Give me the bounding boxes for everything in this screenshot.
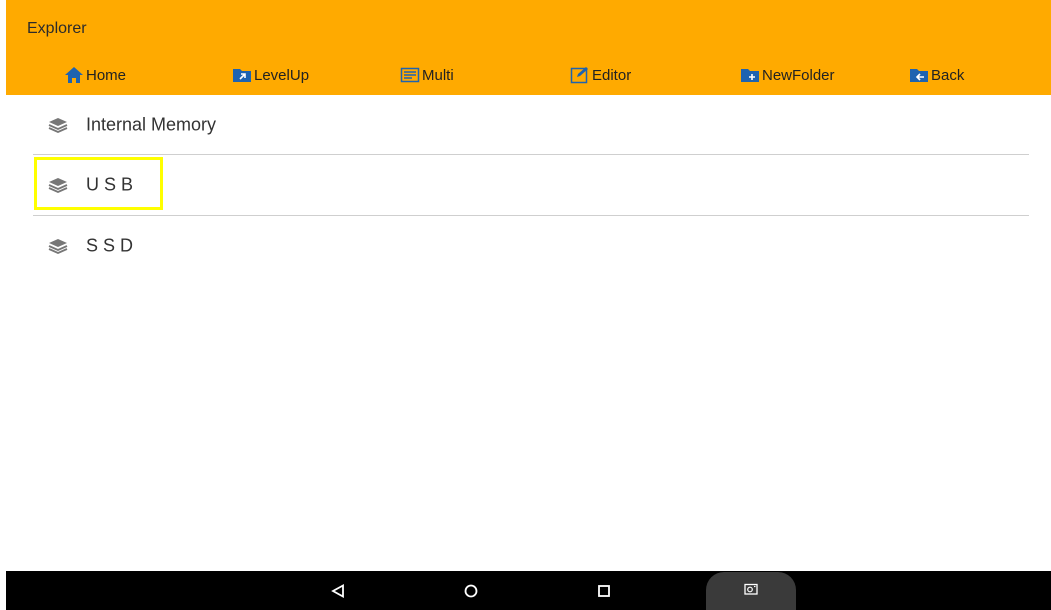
home-button[interactable]: Home (64, 60, 126, 90)
back-label: Back (931, 66, 965, 84)
back-triangle-icon (331, 583, 345, 598)
storage-item-label: Internal Memory (86, 114, 217, 135)
layers-icon (48, 238, 68, 254)
home-circle-icon (464, 584, 478, 598)
home-icon (64, 66, 84, 84)
storage-item-ssd[interactable]: S S D (6, 216, 1051, 276)
recents-square-icon (598, 584, 610, 597)
storage-item-label: S S D (86, 235, 134, 256)
multi-label: Multi (422, 66, 454, 84)
editor-label: Editor (592, 66, 632, 84)
explorer-app: Explorer Home LevelUp Multi Editor NewFo… (6, 0, 1051, 610)
folder-levelup-icon (232, 66, 252, 84)
nav-back-button[interactable] (318, 571, 358, 610)
storage-item-internal-memory[interactable]: Internal Memory (6, 95, 1051, 155)
layers-icon (48, 117, 68, 133)
usb-highlight-box (34, 157, 163, 210)
edit-icon (570, 66, 590, 84)
back-button[interactable]: Back (909, 60, 964, 90)
nav-home-button[interactable] (451, 571, 491, 610)
folder-back-icon (909, 66, 929, 84)
editor-button[interactable]: Editor (570, 60, 631, 90)
levelup-label: LevelUp (254, 66, 310, 84)
newfolder-label: NewFolder (762, 66, 835, 84)
home-label: Home (86, 66, 127, 84)
multi-select-icon (400, 66, 420, 84)
app-bar: Explorer Home LevelUp Multi Editor NewFo… (6, 0, 1051, 95)
app-title: Explorer (27, 20, 87, 37)
new-folder-icon (740, 66, 760, 84)
system-nav-bar (6, 571, 1051, 610)
newfolder-button[interactable]: NewFolder (740, 60, 835, 90)
screenshot-button[interactable] (706, 572, 796, 610)
nav-recents-button[interactable] (584, 571, 624, 610)
screenshot-icon (744, 582, 758, 600)
levelup-button[interactable]: LevelUp (232, 60, 309, 90)
toolbar: Home LevelUp Multi Editor NewFolder Back (6, 60, 1051, 90)
multi-button[interactable]: Multi (400, 60, 454, 90)
